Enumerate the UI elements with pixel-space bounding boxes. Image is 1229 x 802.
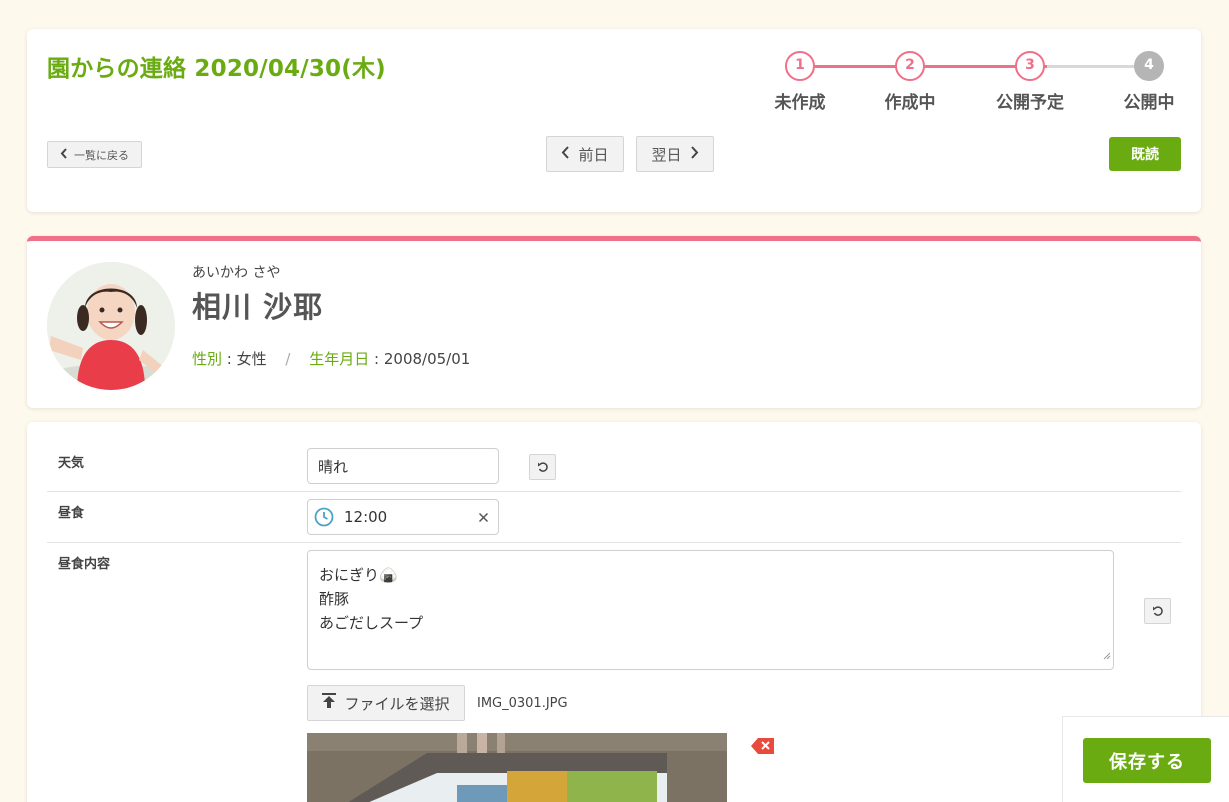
lunch-time-value: 12:00 [344, 508, 388, 526]
resize-handle-icon[interactable] [1103, 643, 1111, 667]
lunch-content-line: あごだしスープ [319, 614, 424, 632]
lunch-content-label: 昼食内容 [58, 557, 111, 572]
chevron-right-icon [690, 145, 699, 163]
row-divider [47, 542, 1181, 543]
clear-icon[interactable] [478, 509, 489, 527]
step-number: 4 [1134, 51, 1164, 81]
step-number: 2 [895, 51, 925, 81]
delete-image-icon[interactable] [751, 737, 775, 759]
step-label: 公開中 [1123, 93, 1175, 113]
lunch-photo-preview [307, 733, 727, 802]
gender-key: 性別 [192, 350, 223, 368]
choose-file-label: ファイルを選択 [344, 694, 450, 713]
meta-separator: / [285, 350, 291, 368]
avatar [47, 262, 175, 390]
lunch-time-input[interactable]: 12:00 [307, 499, 499, 535]
step-published: 4 公開中 [1099, 51, 1199, 113]
step-number: 1 [785, 51, 815, 81]
previous-day-button[interactable]: 前日 [546, 136, 624, 172]
lunch-content-line: 酢豚 [319, 590, 350, 608]
birthdate-value: 2008/05/01 [383, 350, 471, 368]
save-bar: 保存する [1062, 716, 1229, 802]
save-button[interactable]: 保存する [1083, 738, 1211, 783]
weather-reset-button[interactable] [529, 454, 556, 480]
undo-icon [1152, 602, 1164, 621]
next-day-button[interactable]: 翌日 [636, 136, 714, 172]
child-meta: 性別 : 女性 / 生年月日 : 2008/05/01 [192, 350, 471, 368]
birthdate-key: 生年月日 [309, 350, 370, 368]
status-stepper: 1 未作成 2 作成中 3 公開予定 4 公開中 [742, 51, 1182, 113]
child-name: 相川 沙耶 [192, 290, 324, 324]
gender-value: 女性 [236, 350, 267, 368]
back-label: 一覧に戻る [74, 148, 129, 162]
daily-report-header: 園からの連絡 2020/04/30(木) 1 未作成 2 作成中 3 公開予定 … [27, 29, 1201, 212]
step-number: 3 [1015, 51, 1045, 81]
lunch-content-textarea[interactable]: おにぎり🍙 酢豚 あごだしスープ [307, 550, 1114, 670]
weather-label: 天気 [58, 456, 85, 471]
row-divider [47, 491, 1181, 492]
mark-read-button[interactable]: 既読 [1109, 137, 1181, 171]
report-form: 天気 晴れ 昼食 12:00 昼食内容 おにぎり🍙 酢豚 あごだしスープ ファイ… [27, 422, 1201, 802]
page-title: 園からの連絡 2020/04/30(木) [47, 56, 386, 82]
chevron-left-icon [561, 145, 570, 163]
selected-file-name: IMG_0301.JPG [477, 696, 568, 711]
undo-icon [537, 458, 549, 477]
previous-day-label: 前日 [578, 145, 609, 164]
upload-icon [322, 693, 337, 713]
next-day-label: 翌日 [651, 145, 682, 164]
child-profile-card: あいかわ さや 相川 沙耶 性別 : 女性 / 生年月日 : 2008/05/0… [27, 236, 1201, 408]
lunch-content-line: おにぎり🍙 [319, 566, 398, 584]
weather-input[interactable]: 晴れ [307, 448, 499, 484]
step-label: 公開予定 [996, 93, 1064, 113]
step-label: 作成中 [884, 93, 936, 113]
chevron-left-icon [60, 147, 68, 163]
lunch-content-reset-button[interactable] [1144, 598, 1171, 624]
step-label: 未作成 [774, 93, 826, 113]
step-uncreated: 1 未作成 [750, 51, 850, 113]
step-scheduled: 3 公開予定 [980, 51, 1080, 113]
clock-icon [314, 507, 334, 527]
lunch-label: 昼食 [58, 506, 85, 521]
choose-file-button[interactable]: ファイルを選択 [307, 685, 465, 721]
step-in-progress: 2 作成中 [860, 51, 960, 113]
child-name-kana: あいかわ さや [192, 265, 281, 281]
back-to-list-button[interactable]: 一覧に戻る [47, 141, 142, 168]
